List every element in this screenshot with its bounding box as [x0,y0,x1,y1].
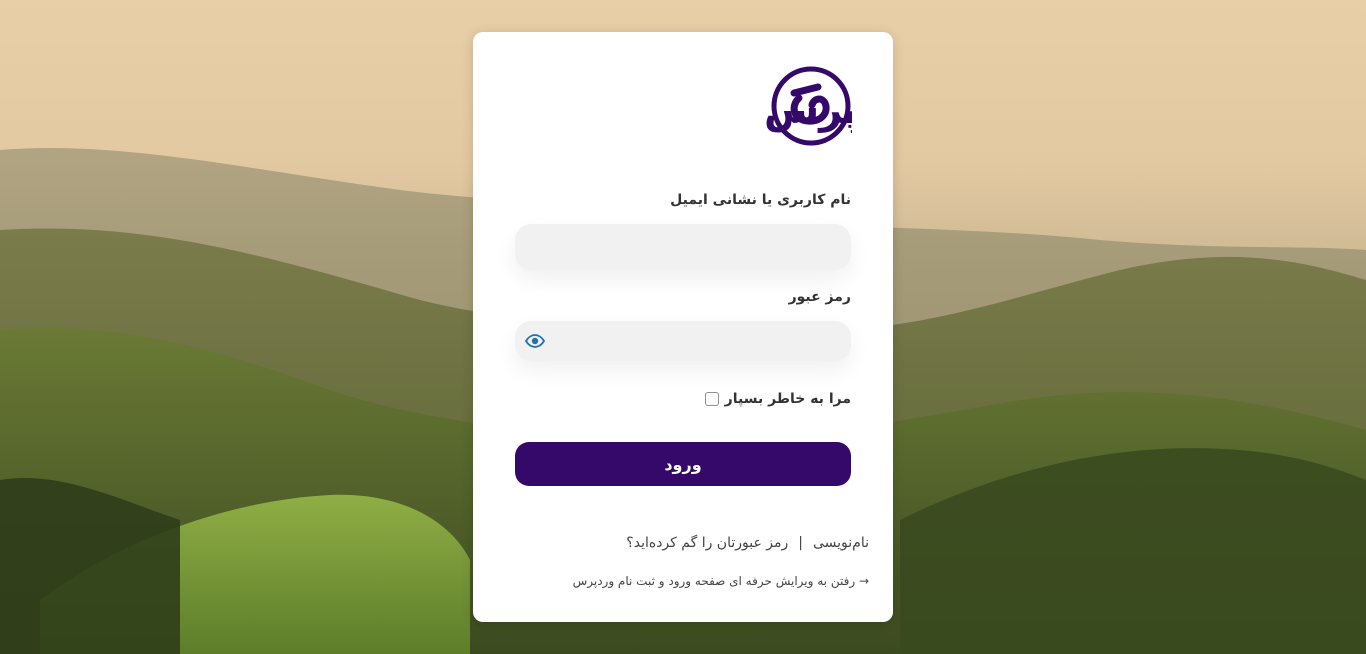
auth-links: نام‌نویسی | رمز عبورتان را گم کرده‌اید؟ [626,535,869,551]
register-link[interactable]: نام‌نویسی [813,535,869,551]
login-card: گراف وردپرس نام کاربری یا نشانی ایمیل رم… [473,32,893,622]
links-separator: | [798,535,803,551]
site-logo: گراف وردپرس [764,66,852,146]
lost-password-link[interactable]: رمز عبورتان را گم کرده‌اید؟ [626,535,788,551]
login-button[interactable]: ورود [515,442,851,486]
username-input[interactable] [515,224,851,270]
remember-checkbox[interactable] [704,392,719,406]
password-label: رمز عبور [788,289,851,305]
logo-wordmark: گراف وردپرس [764,86,852,133]
eye-icon[interactable] [525,334,545,348]
remember-me: مرا به خاطر بسپار [704,391,851,407]
username-label: نام کاربری یا نشانی ایمیل [670,192,851,208]
password-input[interactable] [515,321,851,361]
back-to-editor-link[interactable]: → رفتن به ویرایش حرفه ای صفحه ورود و ثبت… [573,574,869,588]
remember-label: مرا به خاطر بسپار [724,391,851,407]
